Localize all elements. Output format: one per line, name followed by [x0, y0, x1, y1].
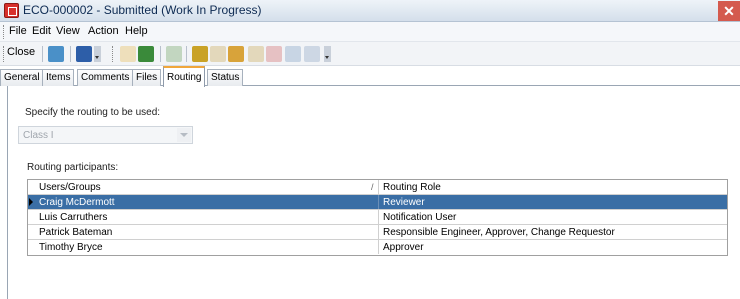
app-icon — [4, 3, 19, 18]
toolbar-separator — [160, 46, 161, 62]
table-row[interactable]: Patrick Bateman Responsible Engineer, Ap… — [28, 225, 727, 240]
edit-icon[interactable] — [210, 46, 226, 62]
toolbar-grip[interactable] — [3, 46, 5, 62]
role-cell[interactable]: Responsible Engineer, Approver, Change R… — [380, 225, 727, 239]
menu-bar: File Edit View Action Help — [0, 22, 740, 42]
check-icon[interactable] — [285, 46, 301, 62]
toolbar: Close — [0, 42, 740, 66]
tab-comments[interactable]: Comments — [77, 69, 134, 86]
routing-select-value: Class I — [23, 130, 54, 141]
row-header-corner — [28, 180, 37, 194]
row-indicator — [28, 225, 37, 239]
toolbar-overflow-dropdown[interactable] — [324, 46, 331, 62]
copy-icon[interactable] — [166, 46, 182, 62]
table-row[interactable]: Timothy Bryce Approver — [28, 240, 727, 255]
menu-file[interactable]: File — [9, 25, 27, 37]
close-window-button[interactable]: ✕ — [718, 1, 740, 21]
refresh-icon[interactable] — [48, 46, 64, 62]
table-row[interactable]: Luis Carruthers Notification User — [28, 210, 727, 225]
help-icon[interactable] — [76, 46, 92, 62]
pencil-icon[interactable] — [228, 46, 244, 62]
tab-files[interactable]: Files — [132, 69, 162, 86]
column-header-users[interactable]: Users/Groups — [37, 180, 379, 194]
specify-routing-label: Specify the routing to be used: — [25, 107, 161, 118]
routing-participants-label: Routing participants: — [27, 162, 119, 173]
user-cell[interactable]: Patrick Bateman — [37, 225, 379, 239]
user-cell[interactable]: Luis Carruthers — [37, 210, 379, 224]
tools-icon[interactable] — [248, 46, 264, 62]
paste-icon[interactable] — [192, 46, 208, 62]
column-header-role[interactable]: Routing Role — [380, 180, 727, 194]
toolbar-grip[interactable] — [112, 46, 114, 62]
menu-help[interactable]: Help — [125, 25, 148, 37]
grid-header: Users/Groups / Routing Role — [28, 180, 727, 195]
row-indicator — [28, 240, 37, 254]
menu-view[interactable]: View — [56, 25, 80, 37]
menu-grip[interactable] — [3, 25, 5, 39]
close-button[interactable]: Close — [7, 46, 35, 58]
role-cell[interactable]: Reviewer — [380, 195, 727, 209]
menu-edit[interactable]: Edit — [32, 25, 51, 37]
delete-icon[interactable] — [266, 46, 282, 62]
row-indicator — [28, 210, 37, 224]
user-cell[interactable]: Craig McDermott — [37, 195, 379, 209]
tab-status[interactable]: Status — [207, 69, 244, 86]
help-dropdown[interactable] — [94, 46, 101, 62]
user-cell[interactable]: Timothy Bryce — [37, 240, 379, 254]
tab-strip: General Items Comments Files Routing Sta… — [0, 66, 740, 87]
new-document-icon[interactable] — [120, 46, 136, 62]
grid-icon[interactable] — [304, 46, 320, 62]
menu-action[interactable]: Action — [88, 25, 119, 37]
tab-routing[interactable]: Routing — [163, 66, 206, 87]
role-cell[interactable]: Notification User — [380, 210, 727, 224]
row-indicator — [28, 195, 37, 209]
window-title: ECO-000002 - Submitted (Work In Progress… — [23, 3, 262, 17]
role-cell[interactable]: Approver — [380, 240, 727, 254]
navigate-icon[interactable] — [138, 46, 154, 62]
routing-select[interactable]: Class I — [18, 126, 193, 144]
toolbar-separator — [42, 46, 43, 62]
chevron-down-icon[interactable] — [177, 128, 191, 142]
current-row-icon — [29, 198, 33, 206]
participants-grid: Users/Groups / Routing Role Craig McDerm… — [27, 179, 728, 256]
tab-general[interactable]: General — [0, 69, 44, 86]
toolbar-separator — [186, 46, 187, 62]
sort-icon: / — [371, 182, 374, 192]
table-row[interactable]: Craig McDermott Reviewer — [28, 195, 727, 210]
title-bar: ECO-000002 - Submitted (Work In Progress… — [0, 0, 740, 22]
toolbar-separator — [70, 46, 71, 62]
tab-items[interactable]: Items — [42, 69, 75, 86]
